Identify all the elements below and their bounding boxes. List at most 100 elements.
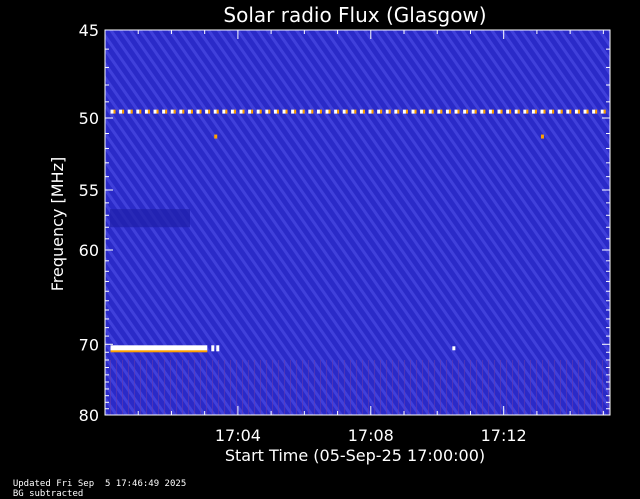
dotted-line-dash [308, 109, 312, 114]
dotted-line-dash-hot [371, 109, 374, 114]
dotted-line-dash-hot [500, 109, 503, 114]
dotted-line-dash [506, 109, 510, 114]
y-tick-label: 80 [79, 406, 99, 425]
dotted-line-dash-hot [268, 109, 271, 114]
dotted-line-dash-hot [595, 109, 598, 114]
y-axis-label: Frequency [MHz] [48, 157, 67, 291]
dotted-line-dash-hot [586, 109, 589, 114]
dotted-line-dash [454, 109, 458, 114]
dotted-line-dash-hot [362, 109, 365, 114]
footer: Updated Fri Sep 5 17:46:49 2025 BG subtr… [2, 469, 196, 499]
dotted-line-dash [445, 109, 449, 114]
dotted-line-dash-hot [448, 109, 451, 114]
y-tick-label: 55 [79, 181, 99, 200]
dotted-line-dash [592, 109, 596, 114]
dotted-line-dash-hot [577, 109, 580, 114]
dotted-line-dash-hot [517, 109, 520, 114]
dotted-line-dash-hot [190, 109, 193, 114]
dotted-line-dash-hot [380, 109, 383, 114]
dotted-line-dash-hot [603, 109, 606, 114]
dotted-line-dash [299, 109, 303, 114]
dotted-line-dash [153, 109, 157, 114]
bright-band-tail [216, 345, 220, 352]
dotted-line-dash [239, 109, 243, 114]
dotted-line-dash [437, 109, 441, 114]
dotted-line-dash [162, 109, 166, 114]
updated-timestamp: Updated Fri Sep 5 17:46:49 2025 [12, 479, 187, 489]
bright-band-tail [211, 345, 215, 352]
dotted-line-dash [127, 109, 131, 114]
dotted-line-dash [531, 109, 535, 114]
dotted-line-dash-hot [423, 109, 426, 114]
dotted-line-dash [428, 109, 432, 114]
dotted-line-dash [497, 109, 501, 114]
dotted-line-dash [119, 109, 123, 114]
dotted-line-dash [566, 109, 570, 114]
dotted-line-dash-hot [526, 109, 529, 114]
x-axis-label: Start Time (05-Sep-25 17:00:00) [225, 446, 485, 465]
dotted-line-dash-hot [251, 109, 254, 114]
dotted-line-dash-hot [156, 109, 159, 114]
dotted-line-dash [230, 109, 234, 114]
dotted-line-dash-hot [405, 109, 408, 114]
dotted-line-dash [256, 109, 260, 114]
dotted-line-dash [196, 109, 200, 114]
dotted-line-dash [411, 109, 415, 114]
dotted-line-dash [523, 109, 527, 114]
dotted-line-dash [385, 109, 389, 114]
bg-note: BG subtracted [12, 489, 84, 499]
dotted-line-dash [574, 109, 578, 114]
dotted-line-dash-hot [113, 109, 116, 114]
dotted-line-dash-hot [483, 109, 486, 114]
dotted-line-dash-hot [130, 109, 133, 114]
dotted-line-dash [170, 109, 174, 114]
dotted-line-dash-hot [216, 109, 219, 114]
dotted-line-dash [402, 109, 406, 114]
dotted-line-dash [583, 109, 587, 114]
dotted-line-dash-hot [474, 109, 477, 114]
lower-band-texture [105, 360, 610, 415]
dotted-line-dash [540, 109, 544, 114]
dotted-line-dash-hot [552, 109, 555, 114]
dotted-line-dash [316, 109, 320, 114]
dotted-line-dash-hot [345, 109, 348, 114]
dotted-line-dash-hot [319, 109, 322, 114]
dotted-line-dash [273, 109, 277, 114]
dotted-line-dash-hot [397, 109, 400, 114]
dotted-line-dash-hot [302, 109, 305, 114]
dotted-line-dash [325, 109, 329, 114]
dotted-line-dash [420, 109, 424, 114]
dotted-line-dash [471, 109, 475, 114]
dotted-line-dash [488, 109, 492, 114]
dotted-line-dash [205, 109, 209, 114]
dotted-line-dash [110, 109, 114, 114]
dotted-line-dash [377, 109, 381, 114]
dotted-line-dash-hot [208, 109, 211, 114]
dotted-line-dash [557, 109, 561, 114]
dotted-line-dash-hot [457, 109, 460, 114]
dotted-line-dash-hot [199, 109, 202, 114]
dotted-line-dash-hot [388, 109, 391, 114]
dotted-line-dash [600, 109, 604, 114]
dotted-line-dash-hot [414, 109, 417, 114]
x-tick-label: 17:12 [481, 426, 527, 445]
dotted-line-dash-hot [147, 109, 150, 114]
dotted-line-dash-hot [242, 109, 245, 114]
dotted-line-dash [334, 109, 338, 114]
dotted-line-dash-hot [534, 109, 537, 114]
dotted-line-dash-hot [276, 109, 279, 114]
spot [214, 134, 218, 139]
dotted-line-dash-hot [431, 109, 434, 114]
dotted-line-dash [213, 109, 217, 114]
dotted-line-dash-hot [233, 109, 236, 114]
dotted-line-dash-hot [466, 109, 469, 114]
dotted-line-dash [359, 109, 363, 114]
dotted-line-dash [265, 109, 269, 114]
dotted-line-dash-hot [285, 109, 288, 114]
dotted-line-dash-hot [543, 109, 546, 114]
dotted-line-dash [368, 109, 372, 114]
dotted-line-dash [187, 109, 191, 114]
dotted-line-dash-hot [294, 109, 297, 114]
spot [540, 134, 544, 139]
dotted-line-dash-hot [491, 109, 494, 114]
